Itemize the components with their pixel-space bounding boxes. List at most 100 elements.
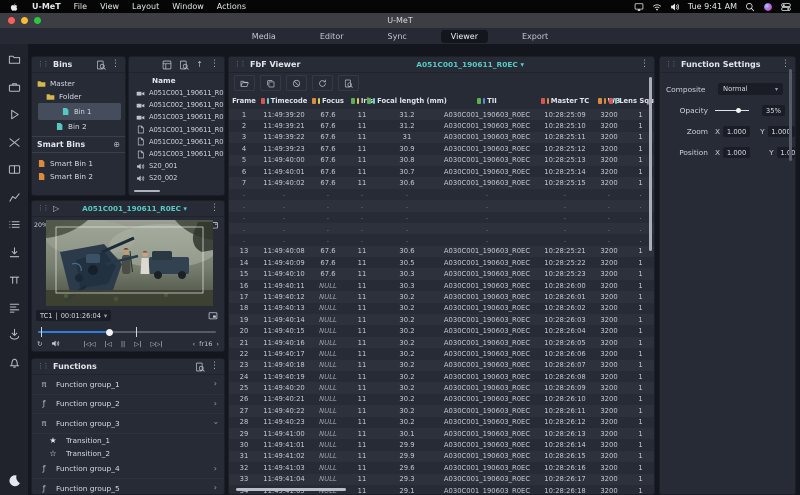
- menu-item-view[interactable]: View: [100, 2, 119, 11]
- player-icon[interactable]: [8, 108, 21, 121]
- tab-viewer[interactable]: Viewer: [440, 29, 488, 43]
- bin-tree-item[interactable]: Master: [32, 77, 125, 90]
- viewer-icon[interactable]: [8, 163, 21, 176]
- search-functions-icon[interactable]: [195, 362, 205, 372]
- clip-row[interactable]: A051C003_190611_R0EC: [129, 148, 224, 160]
- spotlight-icon[interactable]: [745, 2, 755, 12]
- function-item-row[interactable]: ★ Transition_1: [32, 434, 224, 447]
- menu-clock[interactable]: Tue 9:41 AM: [688, 2, 737, 11]
- tab-editor[interactable]: Editor: [310, 30, 354, 43]
- star-icon[interactable]: ★: [48, 436, 58, 445]
- apple-icon[interactable]: [9, 2, 19, 12]
- drag-handle-icon[interactable]: ⋮⋮: [234, 61, 247, 68]
- function-group-row[interactable]: π Function group_3 ›: [32, 414, 224, 434]
- column-header-focus[interactable]: Focus: [309, 97, 347, 105]
- next-clip-icon[interactable]: ▷▷|: [150, 340, 162, 348]
- player-mode-icon[interactable]: ▷: [53, 204, 59, 213]
- name-column-header[interactable]: Name: [129, 73, 224, 87]
- dark-mode-icon[interactable]: [8, 474, 21, 487]
- function-item-row[interactable]: ☆ Transition_2: [32, 447, 224, 460]
- fbf-row[interactable]: 25 11:49:40:20 NULL 11 30.2 A030C001_190603_R…: [229, 382, 654, 393]
- function-group-row[interactable]: π Function group_1 ›: [32, 375, 224, 395]
- fbf-row[interactable]: 16 11:49:40:11 NULL 11 30.3 A030C001_190603_R…: [229, 280, 654, 291]
- clip-row[interactable]: S20_001: [129, 160, 224, 172]
- maximize-button[interactable]: [34, 17, 41, 24]
- clip-list-menu-icon[interactable]: ⋮: [210, 60, 219, 69]
- search-table-button[interactable]: [338, 75, 359, 91]
- functions-menu-icon[interactable]: ⋮: [210, 362, 219, 371]
- import-icon[interactable]: [8, 246, 21, 259]
- fbf-row[interactable]: .........: [229, 223, 654, 234]
- composite-select[interactable]: Normal ▾: [718, 83, 783, 95]
- fbf-vscrollbar[interactable]: [649, 77, 652, 251]
- wifi-icon[interactable]: [652, 2, 662, 12]
- viewer-menu-icon[interactable]: ⋮: [210, 204, 219, 213]
- fbf-row[interactable]: 27 11:49:40:22 NULL 11 30.2 A030C001_190603_R…: [229, 405, 654, 416]
- clip-row[interactable]: A051C002_190611_R0EC: [129, 136, 224, 148]
- prev-frame-icon[interactable]: |◁: [105, 340, 112, 348]
- function-group-row[interactable]: ƒ Function group_5 ›: [32, 479, 224, 494]
- fbf-row[interactable]: .........: [229, 212, 654, 223]
- fbf-row[interactable]: 13 11:49:40:08 67.6 11 30.6 A030C001_190603_R…: [229, 246, 654, 257]
- fbf-row[interactable]: 30 11:49:41:01 NULL 11 29.9 A030C001_190603_R…: [229, 439, 654, 450]
- refresh-button[interactable]: [312, 75, 333, 91]
- drag-handle-icon[interactable]: ⋮⋮: [37, 61, 50, 68]
- chart-icon[interactable]: [8, 191, 21, 204]
- fbf-row[interactable]: .........: [229, 189, 654, 200]
- function-group-row[interactable]: ƒ Function group_4 ›: [32, 460, 224, 479]
- fbf-row[interactable]: 5 11:49:40:00 67.6 11 30.8 A030C001_190603_R0…: [229, 155, 654, 166]
- drag-handle-icon[interactable]: ⋮⋮: [665, 61, 678, 68]
- fbf-row[interactable]: 20 11:49:40:15 NULL 11 30.2 A030C001_190603_R…: [229, 325, 654, 336]
- sync-icon[interactable]: [8, 136, 21, 149]
- pause-icon[interactable]: ||: [121, 340, 125, 348]
- layout-grid-icon[interactable]: [162, 60, 172, 70]
- drag-handle-icon[interactable]: ⋮⋮: [37, 205, 50, 212]
- fbf-row[interactable]: 1 11:49:39:20 67.6 11 31.2 A030C001_190603_R0…: [229, 109, 654, 120]
- fbf-row[interactable]: 26 11:49:40:21 NULL 11 30.2 A030C001_190603_R…: [229, 394, 654, 405]
- column-header-frame[interactable]: Frame: [229, 97, 259, 105]
- viewer-clip-dropdown[interactable]: A051C001_190611_R0EC ▾: [64, 204, 205, 213]
- fbf-row[interactable]: 24 11:49:40:19 NULL 11 30.2 A030C001_190603_R…: [229, 371, 654, 382]
- clip-row[interactable]: A051C001_190611_R0EC: [129, 124, 224, 136]
- fbf-clip-dropdown[interactable]: A051C001_190611_R0EC ▾: [305, 60, 635, 69]
- tab-export[interactable]: Export: [512, 30, 558, 43]
- fbf-row[interactable]: 15 11:49:40:10 67.6 11 30.3 A030C001_190603_R…: [229, 268, 654, 279]
- minimize-button[interactable]: [21, 17, 28, 24]
- column-header-timecode[interactable]: Timecode: [259, 97, 309, 105]
- bin-tree-item[interactable]: Bin 1: [38, 103, 121, 120]
- menu-item-layout[interactable]: Layout: [132, 2, 159, 11]
- marker-tick[interactable]: [135, 327, 138, 337]
- fbf-row[interactable]: 28 11:49:40:23 NULL 11 30.2 A030C001_190603_R…: [229, 417, 654, 428]
- playhead[interactable]: [105, 328, 113, 336]
- clip-row[interactable]: S20_002: [129, 172, 224, 184]
- column-header-master-tc[interactable]: Master TC: [537, 97, 593, 105]
- timeline-scrubber[interactable]: [38, 327, 216, 337]
- fbf-row[interactable]: 7 11:49:40:02 67.6 11 30.6 A030C001_190603_R0…: [229, 177, 654, 188]
- video-preview[interactable]: [46, 220, 213, 306]
- function-group-row[interactable]: ƒ Function group_2 ›: [32, 395, 224, 414]
- list-icon[interactable]: [8, 218, 21, 231]
- fbf-row[interactable]: 18 11:49:40:13 NULL 11 30.2 A030C001_190603_R…: [229, 303, 654, 314]
- duplicate-button[interactable]: [260, 75, 281, 91]
- column-header-tii[interactable]: TII: [437, 97, 537, 105]
- column-header-focal-length-mm-[interactable]: Focal length (mm): [367, 97, 447, 105]
- siri-icon[interactable]: [763, 2, 773, 12]
- close-button[interactable]: [8, 17, 15, 24]
- bin-tree-item[interactable]: Bin 2: [32, 120, 125, 133]
- open-folder-button[interactable]: [234, 75, 255, 91]
- clip-row[interactable]: A051C003_190611_R0EC: [129, 111, 224, 123]
- control-center-icon[interactable]: [781, 2, 791, 12]
- search-clips-icon[interactable]: [179, 60, 189, 70]
- pip-icon[interactable]: [207, 311, 219, 321]
- menu-item-file[interactable]: File: [74, 2, 87, 11]
- fbf-row[interactable]: 19 11:49:40:14 NULL 11 30.2 A030C001_190603_R…: [229, 314, 654, 325]
- position-x-field[interactable]: 1.000: [723, 147, 751, 158]
- fbf-row[interactable]: 4 11:49:39:23 67.6 11 30.9 A030C001_190603_R0…: [229, 143, 654, 154]
- fbf-row[interactable]: 22 11:49:40:17 NULL 11 30.2 A030C001_190603_R…: [229, 348, 654, 359]
- fbf-row[interactable]: 29 11:49:41:00 NULL 11 30.1 A030C001_190603_R…: [229, 428, 654, 439]
- frame-step-value[interactable]: fr16: [199, 340, 212, 348]
- opacity-value[interactable]: 35%: [761, 105, 785, 116]
- export-icon[interactable]: [8, 328, 21, 341]
- report-icon[interactable]: [8, 301, 21, 314]
- next-frame-icon[interactable]: ▷|: [134, 340, 141, 348]
